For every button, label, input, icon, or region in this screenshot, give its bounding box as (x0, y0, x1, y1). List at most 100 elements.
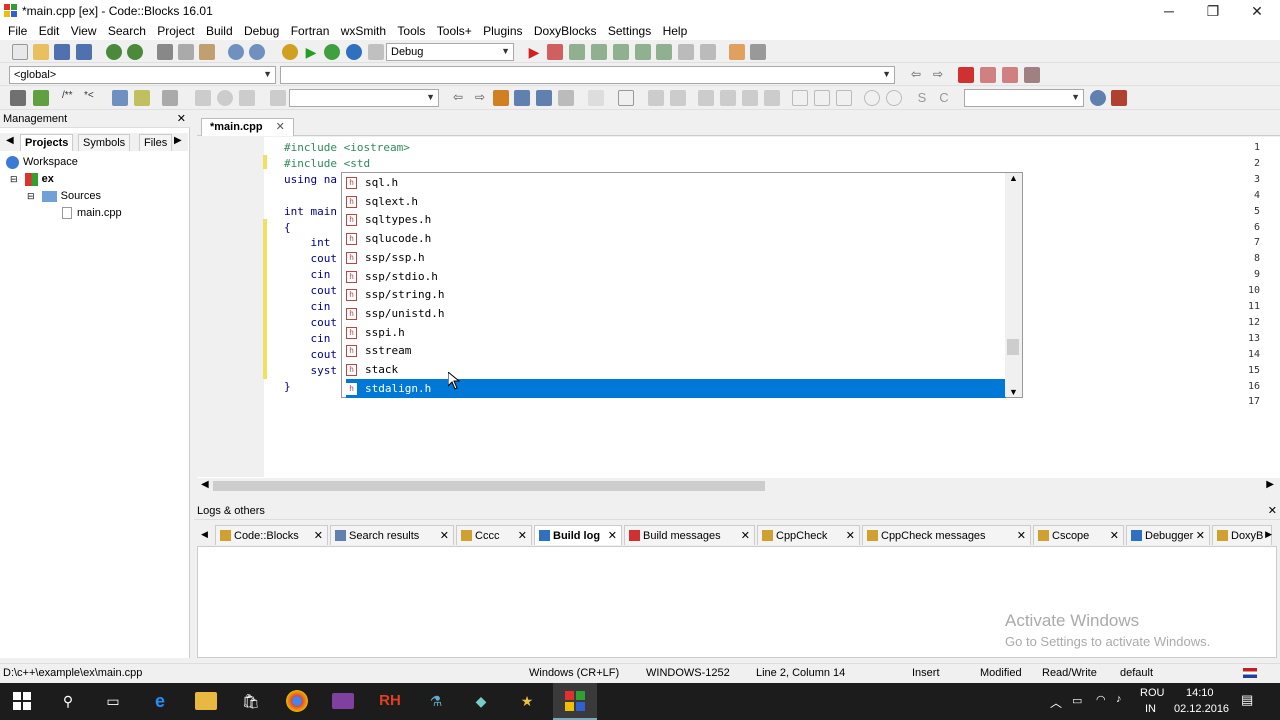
autocomplete-item[interactable]: h ssp/stdio.h (346, 267, 1006, 286)
cut-icon[interactable] (157, 44, 173, 60)
tray-lang-primary[interactable]: ROU (1140, 687, 1164, 699)
menu-build[interactable]: Build (206, 22, 233, 38)
build-target-select[interactable]: Debug ▼ (386, 43, 514, 61)
next-instruction-icon[interactable] (635, 44, 651, 60)
save-icon[interactable] (54, 44, 70, 60)
doxy-icon[interactable] (10, 90, 26, 106)
menu-view[interactable]: View (71, 22, 97, 38)
search-next-icon[interactable]: ⇨ (472, 90, 488, 106)
tree-file-main[interactable]: main.cpp (62, 205, 122, 221)
menu-debug[interactable]: Debug (244, 22, 279, 38)
tree-project[interactable]: ⊟ ex (10, 171, 54, 187)
logs-tab[interactable]: Build messages ✕ (624, 525, 755, 545)
save-all-icon[interactable] (76, 44, 92, 60)
logs-close-button[interactable]: ✕ (1268, 504, 1277, 517)
scope-select[interactable]: <global> ▼ (9, 66, 276, 84)
maximize-button[interactable]: ❐ (1191, 0, 1235, 22)
layout-1-icon[interactable] (698, 90, 714, 106)
layout-4-icon[interactable] (764, 90, 780, 106)
menu-project[interactable]: Project (157, 22, 194, 38)
replace-icon[interactable] (249, 44, 265, 60)
copy-icon[interactable] (178, 44, 194, 60)
logs-tab[interactable]: Cccc ✕ (456, 525, 532, 545)
clear-bookmarks-icon[interactable] (1024, 67, 1040, 83)
file-explorer-icon[interactable] (195, 692, 217, 710)
menu-plugins[interactable]: Plugins (483, 22, 522, 38)
menu-tools-plus[interactable]: Tools+ (437, 22, 472, 38)
close-window-button[interactable]: ✕ (1235, 0, 1279, 22)
zoom-out-icon[interactable] (886, 90, 902, 106)
tray-date[interactable]: 02.12.2016 (1174, 703, 1229, 715)
logs-tab-close-button[interactable]: ✕ (1196, 526, 1205, 546)
logs-tab-close-button[interactable]: ✕ (741, 526, 750, 546)
tray-time[interactable]: 14:10 (1186, 687, 1214, 699)
frame-3-icon[interactable] (836, 90, 852, 106)
codeblocks-taskbar-button[interactable] (553, 683, 597, 720)
rect-tool-icon[interactable] (618, 90, 634, 106)
logs-tab-close-button[interactable]: ✕ (1110, 526, 1119, 546)
undo-icon[interactable] (106, 44, 122, 60)
collapse-icon[interactable]: ⊟ (27, 191, 35, 201)
menu-search[interactable]: Search (108, 22, 146, 38)
menu-wxsmith[interactable]: wxSmith (341, 22, 386, 38)
tree-folder-sources[interactable]: ⊟ Sources (27, 188, 101, 204)
abort-icon[interactable] (368, 44, 384, 60)
regex-icon[interactable] (558, 90, 574, 106)
debug-windows-icon[interactable] (729, 44, 745, 60)
layout-3-icon[interactable] (742, 90, 758, 106)
highlight-icon[interactable] (493, 90, 509, 106)
new-file-icon[interactable] (12, 44, 28, 60)
s-tool-icon[interactable]: S (914, 90, 930, 106)
minimize-button[interactable]: ─ (1147, 0, 1191, 22)
incremental-search-icon[interactable] (270, 90, 286, 106)
selection-only-icon[interactable] (514, 90, 530, 106)
run-icon[interactable]: ▶ (303, 44, 319, 60)
logs-tab[interactable]: Build log ✕ (534, 525, 622, 545)
incremental-search-input[interactable]: ▼ (289, 89, 439, 107)
debug-start-icon[interactable]: ▶ (526, 44, 542, 60)
prefs-icon[interactable] (162, 90, 178, 106)
action-center-icon[interactable]: ▤ (1241, 692, 1253, 708)
logs-tab-close-button[interactable]: ✕ (846, 526, 855, 546)
pause-icon[interactable] (678, 44, 694, 60)
find-icon[interactable] (228, 44, 244, 60)
popup-scroll-thumb[interactable] (1007, 339, 1019, 355)
task-view-icon[interactable]: ▭ (102, 690, 124, 712)
resource-hacker-icon[interactable]: RH (376, 690, 404, 712)
logs-scroll-left-icon[interactable]: ◀ (201, 529, 208, 540)
autocomplete-item[interactable]: h stack (346, 360, 1006, 379)
logs-tab-close-button[interactable]: ✕ (518, 526, 527, 546)
menu-settings[interactable]: Settings (608, 22, 651, 38)
stop-debug-icon[interactable] (700, 44, 716, 60)
run-to-cursor-icon[interactable] (547, 44, 563, 60)
tab-files[interactable]: Files (139, 134, 173, 151)
nav-last-icon[interactable] (239, 90, 255, 106)
menu-help[interactable]: Help (663, 22, 688, 38)
step-out-icon[interactable] (613, 44, 629, 60)
logs-tab[interactable]: Cscope ✕ (1033, 525, 1124, 545)
menu-file[interactable]: File (8, 22, 27, 38)
logs-tab-close-button[interactable]: ✕ (440, 526, 449, 546)
taskbar-search-icon[interactable]: ⚲ (57, 690, 79, 712)
logs-tab-close-button[interactable]: ✕ (314, 526, 323, 546)
edge-browser-icon[interactable]: e (149, 690, 171, 712)
autocomplete-item[interactable]: h sqlucode.h (346, 229, 1006, 248)
search-prev-icon[interactable]: ⇦ (450, 90, 466, 106)
menu-edit[interactable]: Edit (39, 22, 60, 38)
nav-first-icon[interactable] (195, 90, 211, 106)
menu-tools[interactable]: Tools (397, 22, 425, 38)
next-line-icon[interactable] (569, 44, 585, 60)
symbol-search-input[interactable]: ▼ (964, 89, 1084, 107)
paste-icon[interactable] (199, 44, 215, 60)
match-case-icon[interactable] (536, 90, 552, 106)
app-icon-star[interactable]: ★ (516, 690, 538, 712)
redo-icon[interactable] (127, 44, 143, 60)
build-run-icon[interactable] (324, 44, 340, 60)
autocomplete-item[interactable]: h sqltypes.h (346, 210, 1006, 229)
tab-symbols[interactable]: Symbols (78, 134, 131, 151)
management-close-button[interactable]: ✕ (177, 112, 186, 125)
tab-main-cpp[interactable]: *main.cpp ✕ (201, 118, 294, 136)
jump-forward-icon[interactable]: ⇨ (930, 67, 946, 83)
open-file-icon[interactable] (33, 44, 49, 60)
app-icon-tool[interactable]: ⚗ (425, 690, 447, 712)
